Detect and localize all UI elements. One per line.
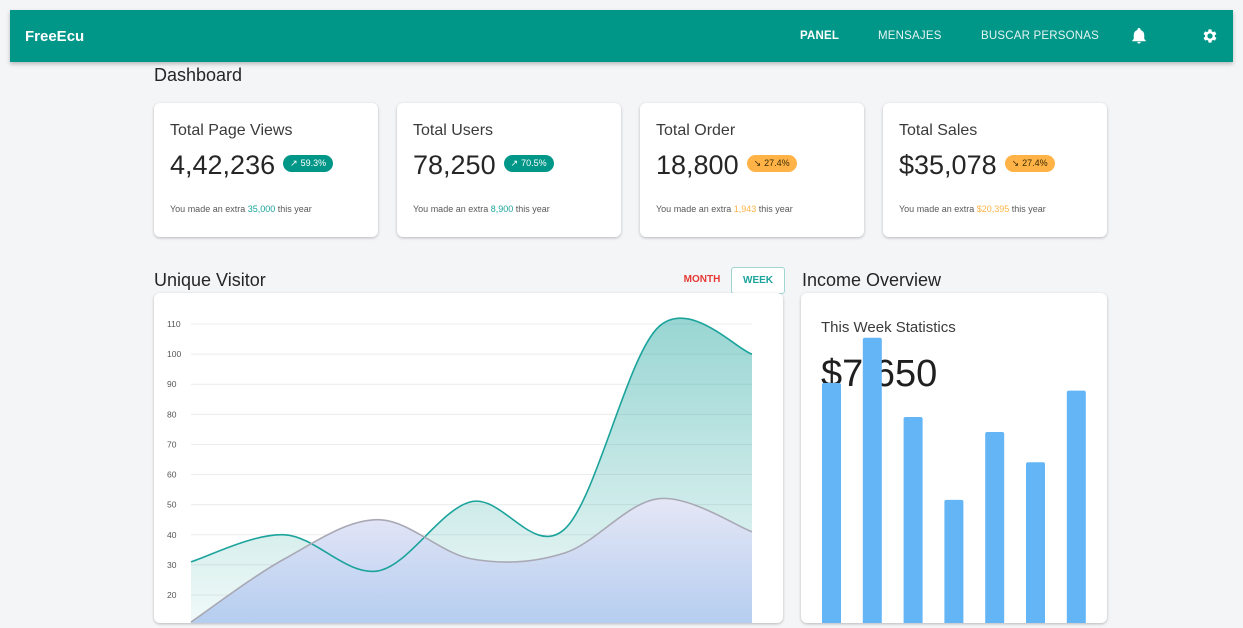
trend-down-icon: ↘ [753,158,762,169]
trend-badge: ↗ 59.3% [283,155,334,173]
stat-value-text: 4,42,236 [170,150,276,180]
stat-value-text: 78,250 [413,150,496,180]
brand-logo[interactable]: FreeEcu [25,28,84,45]
trend-badge: ↘ 27.4% [746,155,797,173]
trend-badge-value: 27.4% [764,158,790,169]
unique-visitor-chart-card: 110 100 90 80 70 60 50 40 30 20 [154,293,783,628]
y-tick-label: 80 [167,409,177,419]
trend-up-icon: ↗ [290,158,298,169]
footnote-suffix: this year [756,204,793,214]
income-bar [1066,390,1086,623]
stat-card-sales: Total Sales $35,078 ↘ 27.4% You made an ex… [883,103,1107,237]
income-bar [944,499,964,623]
income-bar-chart [822,337,1086,623]
stat-value: $35,078 ↘ 27.4% [899,150,1055,181]
footnote-prefix: You made an extra [170,204,248,214]
footnote-value: 1,943 [733,204,757,214]
footnote-suffix: this year [275,204,312,214]
stat-value-text: $35,078 [899,150,997,180]
y-tick-label: 100 [167,349,181,359]
gear-icon[interactable] [1201,27,1219,45]
y-tick-label: 50 [167,500,177,510]
trend-badge: ↘ 27.4% [1004,155,1055,173]
income-bar [985,432,1005,623]
trend-up-icon: ↗ [510,158,519,169]
page-title: Dashboard [154,65,243,85]
trend-down-icon: ↘ [1011,158,1020,169]
nav-mensajes[interactable]: MENSAJES [878,30,942,42]
footnote-prefix: You made an extra [413,204,491,214]
footnote-suffix: this year [1009,204,1046,214]
footnote-value: 8,900 [490,204,514,214]
toggle-week[interactable]: WEEK [731,267,785,294]
stat-card-page-views: Total Page Views 4,42,236 ↗ 59.3% You made… [154,103,378,237]
stat-value: 78,250 ↗ 70.5% [413,150,554,181]
toggle-month[interactable]: MONTH [678,267,726,292]
footnote-value: 35,000 [247,204,276,214]
top-app-bar: FreeEcu PANEL MENSAJES BUSCAR PERSONAS [10,10,1233,62]
stat-card-users: Total Users 78,250 ↗ 70.5% You made an ext… [397,103,621,237]
stat-footnote: You made an extra 1,943 this year [656,204,793,214]
income-bar [862,337,882,623]
stat-value: 4,42,236 ↗ 59.3% [170,150,334,181]
unique-visitor-chart: 110 100 90 80 70 60 50 40 30 20 [167,317,753,628]
stat-footnote: You made an extra 8,900 this year [413,204,550,214]
y-tick-label: 20 [167,590,177,600]
footnote-prefix: You made an extra [899,204,977,214]
income-overview-card: This Week Statistics $7,650 [801,293,1107,623]
nav-panel[interactable]: PANEL [800,30,839,42]
y-tick-label: 70 [167,439,177,449]
nav-buscar-personas[interactable]: BUSCAR PERSONAS [981,30,1099,42]
unique-visitor-title: Unique Visitor [154,270,266,290]
trend-badge-value: 27.4% [1022,158,1048,169]
stat-value-text: 18,800 [656,150,739,180]
income-bar [822,383,841,623]
trend-badge-value: 59.3% [300,158,327,169]
y-tick-label: 30 [167,560,177,570]
footnote-prefix: You made an extra [656,204,734,214]
trend-badge: ↗ 70.5% [503,155,554,173]
y-tick-label: 90 [167,379,177,389]
y-tick-label: 40 [167,530,177,540]
stat-value: 18,800 ↘ 27.4% [656,150,797,181]
stat-title: Total Page Views [170,122,293,139]
income-bar [1026,462,1045,623]
stat-card-orders: Total Order 18,800 ↘ 27.4% You made an ext… [640,103,864,237]
footnote-suffix: this year [513,204,550,214]
stat-title: Total Order [656,122,736,139]
bell-icon[interactable] [1130,27,1148,45]
footnote-value: $20,395 [976,204,1010,214]
stat-title: Total Sales [899,122,978,139]
income-overview-title: Income Overview [802,270,942,290]
income-bar [903,416,923,623]
stat-title: Total Users [413,122,494,139]
stat-footnote: You made an extra 35,000 this year [170,204,312,214]
stat-footnote: You made an extra $20,395 this year [899,204,1046,214]
y-tick-label: 110 [167,319,181,329]
trend-badge-value: 70.5% [521,158,547,169]
y-tick-label: 60 [167,470,177,480]
